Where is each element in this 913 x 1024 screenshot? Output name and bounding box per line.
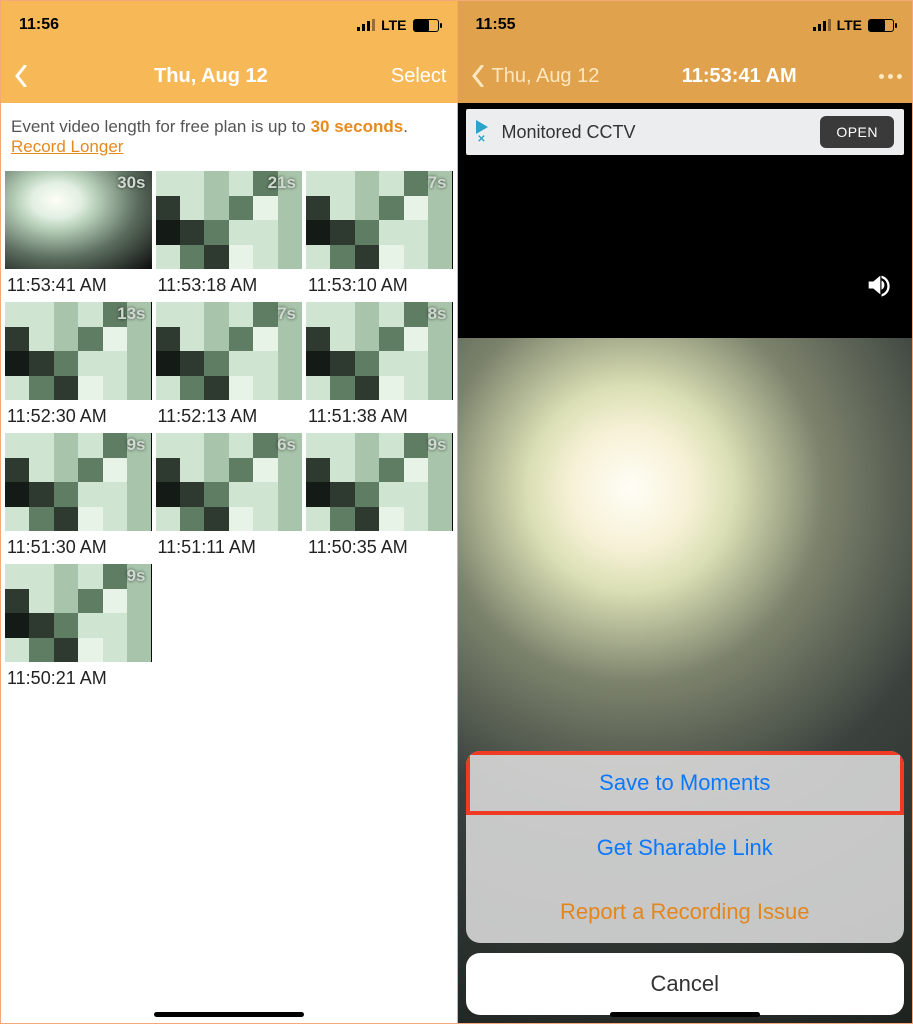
clip-duration-badge: 7s: [277, 304, 296, 324]
clip-duration-badge: 9s: [428, 435, 447, 455]
clip-time-label: 11:50:35 AM: [306, 531, 453, 558]
clip-thumbnail[interactable]: 9s: [5, 564, 152, 662]
clip-cell[interactable]: 21s 11:53:18 AM: [156, 171, 303, 296]
clip-time-label: 11:51:38 AM: [306, 400, 453, 427]
clip-duration-badge: 9s: [127, 566, 146, 586]
status-bar: 11:56 LTE: [1, 1, 457, 49]
clip-cell[interactable]: 8s 11:51:38 AM: [306, 302, 453, 427]
clip-thumbnail[interactable]: 7s: [156, 302, 303, 400]
signal-bars-icon: [813, 19, 831, 31]
clip-cell[interactable]: 9s 11:51:30 AM: [5, 433, 152, 558]
clip-time-label: 11:51:30 AM: [5, 531, 152, 558]
clip-duration-badge: 30s: [117, 173, 145, 193]
status-bar: 11:55 LTE: [458, 1, 913, 49]
clip-thumbnail[interactable]: 6s: [156, 433, 303, 531]
clip-cell[interactable]: 9s 11:50:35 AM: [306, 433, 453, 558]
battery-icon: [868, 19, 894, 32]
status-time: 11:55: [476, 16, 516, 34]
back-chevron-icon[interactable]: [11, 62, 31, 90]
action-sheet-group: Save to Moments Get Sharable Link Report…: [466, 751, 905, 943]
clip-time-label: 11:50:21 AM: [5, 662, 152, 689]
clip-time-title: 11:53:41 AM: [682, 65, 797, 88]
battery-icon: [413, 19, 439, 32]
clip-thumbnail[interactable]: 9s: [5, 433, 152, 531]
clip-cell[interactable]: 7s 11:52:13 AM: [156, 302, 303, 427]
home-indicator[interactable]: [610, 1012, 760, 1017]
clip-thumbnail[interactable]: 7s: [306, 171, 453, 269]
clip-thumbnail[interactable]: 30s: [5, 171, 152, 269]
clip-duration-badge: 13s: [117, 304, 145, 324]
get-sharable-link-button[interactable]: Get Sharable Link: [466, 815, 905, 879]
status-time: 11:56: [19, 16, 59, 34]
nav-header: Thu, Aug 12 11:53:41 AM: [458, 49, 913, 103]
clip-duration-badge: 6s: [277, 435, 296, 455]
clip-detail-screen: 11:55 LTE Thu, Aug 12 11:53:41 AM ✕: [457, 1, 913, 1023]
video-area: ✕ Monitored CCTV OPEN Save to Moments Ge…: [458, 103, 913, 1023]
nav-header: Thu, Aug 12 Select: [1, 49, 457, 103]
clip-time-label: 11:51:11 AM: [156, 531, 303, 558]
page-title: Thu, Aug 12: [154, 65, 268, 88]
clip-time-label: 11:53:41 AM: [5, 269, 152, 296]
back-label[interactable]: Thu, Aug 12: [492, 65, 600, 88]
action-sheet: Save to Moments Get Sharable Link Report…: [466, 751, 905, 1015]
events-list-screen: 11:56 LTE Thu, Aug 12 Select Event video…: [1, 1, 457, 1023]
banner-text-post: .: [403, 117, 408, 136]
network-label: LTE: [381, 17, 406, 33]
clip-thumbnail[interactable]: 13s: [5, 302, 152, 400]
free-plan-banner: Event video length for free plan is up t…: [1, 103, 457, 167]
clip-thumbnail[interactable]: 21s: [156, 171, 303, 269]
clip-time-label: 11:52:13 AM: [156, 400, 303, 427]
clip-time-label: 11:53:10 AM: [306, 269, 453, 296]
clip-time-label: 11:53:18 AM: [156, 269, 303, 296]
clip-cell[interactable]: 9s 11:50:21 AM: [5, 564, 152, 689]
back-chevron-icon[interactable]: [468, 62, 488, 90]
clip-cell[interactable]: 13s 11:52:30 AM: [5, 302, 152, 427]
clip-thumbnail[interactable]: 9s: [306, 433, 453, 531]
select-button[interactable]: Select: [391, 65, 447, 88]
clip-cell[interactable]: 6s 11:51:11 AM: [156, 433, 303, 558]
network-label: LTE: [837, 17, 862, 33]
clip-time-label: 11:52:30 AM: [5, 400, 152, 427]
clip-cell[interactable]: 7s 11:53:10 AM: [306, 171, 453, 296]
banner-text-bold: 30 seconds: [311, 117, 404, 136]
signal-bars-icon: [357, 19, 375, 31]
more-menu-icon[interactable]: [879, 74, 902, 79]
save-to-moments-button[interactable]: Save to Moments: [466, 751, 905, 815]
clip-duration-badge: 21s: [268, 173, 296, 193]
cancel-button[interactable]: Cancel: [466, 953, 905, 1015]
clip-duration-badge: 8s: [428, 304, 447, 324]
home-indicator[interactable]: [154, 1012, 304, 1017]
clip-duration-badge: 9s: [127, 435, 146, 455]
banner-text-pre: Event video length for free plan is up t…: [11, 117, 311, 136]
clip-cell[interactable]: 30s 11:53:41 AM: [5, 171, 152, 296]
report-recording-issue-button[interactable]: Report a Recording Issue: [466, 879, 905, 943]
clips-grid: 30s 11:53:41 AM 21s 11:53:18 AM 7s 11:53:10 A…: [1, 167, 457, 689]
clip-thumbnail[interactable]: 8s: [306, 302, 453, 400]
clip-duration-badge: 7s: [428, 173, 447, 193]
record-longer-link[interactable]: Record Longer: [11, 137, 123, 156]
